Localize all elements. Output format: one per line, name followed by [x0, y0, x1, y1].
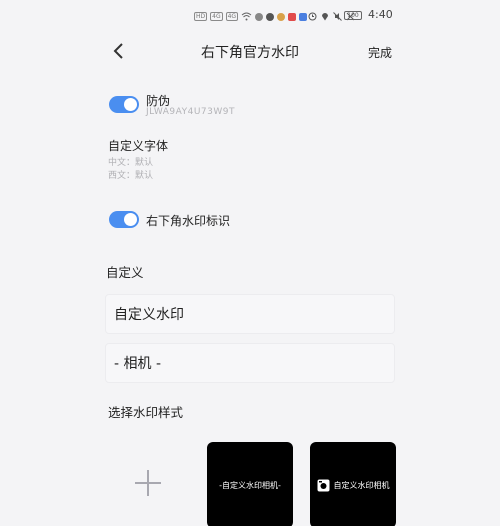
clock: 4:40	[368, 8, 393, 21]
app-icon-4	[288, 12, 297, 21]
camera-icon	[317, 479, 329, 491]
signal-icon-2: 4G	[225, 12, 239, 21]
anti-fake-toggle[interactable]	[109, 96, 139, 113]
corner-mark-label: 右下角水印标识	[146, 214, 231, 228]
custom-section-title: 自定义	[106, 265, 144, 280]
custom-watermark-input[interactable]: 自定义水印	[105, 294, 395, 334]
alarm-icon	[308, 12, 317, 20]
signal-icon: 4G	[210, 12, 223, 21]
wifi-icon	[241, 12, 252, 21]
mute-icon	[333, 11, 342, 21]
custom-font-title[interactable]: 自定义字体	[108, 137, 168, 154]
western-font-value[interactable]: 西文：默认	[108, 168, 153, 181]
style-tile-text[interactable]: -自定义水印相机-	[207, 442, 293, 526]
style-section-title: 选择水印样式	[108, 405, 184, 420]
app-icon-2	[266, 12, 275, 21]
app-icon-1	[255, 12, 264, 21]
status-bar: HD 4G 4G 100 4:40	[0, 8, 500, 26]
camera-text-input[interactable]: - 相机 -	[105, 343, 395, 383]
style-tile-text-label: -自定义水印相机-	[219, 480, 281, 490]
chinese-font-value[interactable]: 中文：默认	[108, 155, 153, 168]
plus-icon	[135, 470, 161, 496]
add-style-button[interactable]	[105, 440, 191, 526]
style-tile-camera-label: 自定义水印相机	[333, 480, 390, 490]
corner-mark-toggle[interactable]	[109, 211, 139, 228]
battery-icon: 100	[344, 11, 362, 20]
location-icon	[322, 13, 328, 21]
style-tile-camera[interactable]: 自定义水印相机	[310, 442, 396, 526]
anti-fake-code: JLWA9AY4U73W9T	[146, 107, 235, 117]
hd-icon: HD	[194, 12, 208, 21]
app-icon-5	[299, 12, 308, 21]
app-icon-3	[277, 12, 286, 21]
done-button[interactable]: 完成	[368, 44, 392, 61]
page-title: 右下角官方水印	[201, 45, 299, 61]
